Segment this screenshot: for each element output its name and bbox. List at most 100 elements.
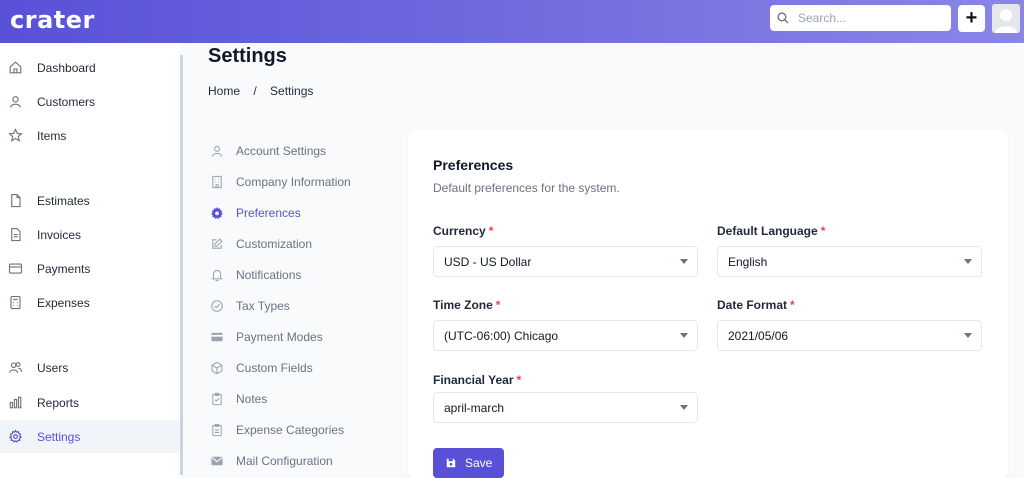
cog-icon xyxy=(211,207,223,220)
users-icon xyxy=(8,362,23,373)
chevron-down-icon xyxy=(680,259,688,264)
invoice-icon xyxy=(11,227,21,242)
check-circle-icon xyxy=(211,300,223,312)
sidebar-item-settings[interactable]: Settings xyxy=(0,420,180,453)
financial-year-label-text: Financial Year xyxy=(433,373,514,387)
cube-icon xyxy=(211,361,223,375)
sidebar-item-reports[interactable]: Reports xyxy=(0,386,180,419)
sidebar-item-label: Estimates xyxy=(37,193,90,208)
sidebar: Dashboard Customers Items Estimates Invo… xyxy=(0,43,180,478)
sidebar-scrollbar[interactable] xyxy=(180,55,183,475)
sidebar-item-customers[interactable]: Customers xyxy=(0,85,180,118)
timezone-label: Time Zone * xyxy=(433,298,500,312)
chevron-down-icon xyxy=(964,259,972,264)
required-marker: * xyxy=(495,298,501,312)
chevron-down-icon xyxy=(680,333,688,338)
user-avatar-icon xyxy=(992,4,1020,33)
settings-nav-label: Mail Configuration xyxy=(236,454,333,468)
settings-nav-notes[interactable]: Notes xyxy=(210,389,267,409)
settings-nav-preferences[interactable]: Preferences xyxy=(210,203,301,223)
star-icon xyxy=(8,128,23,142)
required-marker: * xyxy=(790,298,795,312)
app-logo[interactable]: crater xyxy=(10,6,95,34)
timezone-select[interactable]: (UTC-06:00) Chicago xyxy=(433,320,698,351)
credit-card-icon xyxy=(211,332,223,342)
page-title: Settings xyxy=(208,45,287,67)
timezone-value: (UTC-06:00) Chicago xyxy=(444,328,559,343)
sidebar-item-users[interactable]: Users xyxy=(0,351,180,384)
settings-nav-label: Company Information xyxy=(236,175,351,189)
settings-nav-notifications[interactable]: Notifications xyxy=(210,265,301,285)
sidebar-item-label: Expenses xyxy=(37,295,90,310)
settings-nav-label: Tax Types xyxy=(236,299,290,313)
breadcrumb-home[interactable]: Home xyxy=(208,84,240,98)
language-select[interactable]: English xyxy=(717,246,982,277)
sidebar-item-expenses[interactable]: Expenses xyxy=(0,286,180,319)
gear-icon xyxy=(8,429,23,443)
settings-nav-label: Account Settings xyxy=(236,144,327,158)
home-icon xyxy=(9,61,22,74)
settings-nav-company-information[interactable]: Company Information xyxy=(210,172,351,192)
user-icon xyxy=(10,96,21,108)
settings-nav-label: Custom Fields xyxy=(236,361,313,375)
clipboard-list-icon xyxy=(212,423,222,437)
avatar[interactable] xyxy=(992,4,1020,33)
sidebar-item-label: Invoices xyxy=(37,227,82,242)
sidebar-item-label: Customers xyxy=(37,94,96,109)
financial-year-label: Financial Year * xyxy=(433,373,521,387)
sidebar-item-payments[interactable]: Payments xyxy=(0,252,180,285)
breadcrumb: Home / Settings xyxy=(208,84,313,98)
card-title: Preferences xyxy=(433,157,514,173)
search-icon xyxy=(777,12,789,24)
timezone-label-text: Time Zone xyxy=(433,298,493,312)
sidebar-item-label: Payments xyxy=(37,261,91,276)
sidebar-item-label: Reports xyxy=(37,395,80,410)
date-format-label-text: Date Format xyxy=(717,298,788,312)
top-bar: crater Search... + xyxy=(0,0,1024,43)
chart-bar-icon xyxy=(9,396,22,409)
currency-select[interactable]: USD - US Dollar xyxy=(433,246,698,277)
settings-nav-payment-modes[interactable]: Payment Modes xyxy=(210,327,323,347)
settings-nav-tax-types[interactable]: Tax Types xyxy=(210,296,290,316)
language-label: Default Language * xyxy=(717,224,825,238)
required-marker: * xyxy=(488,224,494,238)
pencil-square-icon xyxy=(212,238,223,249)
settings-nav-label: Expense Categories xyxy=(236,423,345,437)
sidebar-item-label: Dashboard xyxy=(37,60,96,75)
clipboard-check-icon xyxy=(212,392,222,406)
chevron-down-icon xyxy=(680,405,688,410)
settings-nav-label: Notifications xyxy=(236,268,302,282)
settings-nav-expense-categories[interactable]: Expense Categories xyxy=(210,420,344,440)
calculator-icon xyxy=(10,295,21,310)
building-icon xyxy=(212,175,222,189)
sidebar-item-invoices[interactable]: Invoices xyxy=(0,218,180,251)
settings-nav-account-settings[interactable]: Account Settings xyxy=(210,141,326,161)
settings-nav-label: Payment Modes xyxy=(236,330,323,344)
save-label: Save xyxy=(465,456,493,470)
required-marker: * xyxy=(516,373,522,387)
save-button[interactable]: Save xyxy=(433,448,504,478)
card-subtitle: Default preferences for the system. xyxy=(433,181,620,195)
sidebar-item-label: Items xyxy=(37,128,67,143)
mail-icon xyxy=(211,456,223,466)
required-marker: * xyxy=(820,224,826,238)
sidebar-item-estimates[interactable]: Estimates xyxy=(0,184,180,217)
credit-card-icon xyxy=(8,263,23,274)
currency-label-text: Currency xyxy=(433,224,486,238)
settings-nav-label: Notes xyxy=(236,392,268,406)
date-format-value: 2021/05/06 xyxy=(728,328,789,343)
search-input[interactable]: Search... xyxy=(770,5,951,31)
settings-nav-customization[interactable]: Customization xyxy=(210,234,312,254)
financial-year-value: april-march xyxy=(444,400,505,415)
settings-nav-mail-configuration[interactable]: Mail Configuration xyxy=(210,451,333,471)
breadcrumb-current: Settings xyxy=(270,84,314,98)
language-value: English xyxy=(728,254,768,269)
financial-year-select[interactable]: april-march xyxy=(433,392,698,423)
settings-nav-label: Preferences xyxy=(236,206,301,220)
add-new-button[interactable]: + xyxy=(958,5,985,32)
sidebar-item-items[interactable]: Items xyxy=(0,119,180,152)
date-format-select[interactable]: 2021/05/06 xyxy=(717,320,982,351)
sidebar-item-dashboard[interactable]: Dashboard xyxy=(0,51,180,84)
search-placeholder: Search... xyxy=(798,11,847,25)
settings-nav-custom-fields[interactable]: Custom Fields xyxy=(210,358,313,378)
